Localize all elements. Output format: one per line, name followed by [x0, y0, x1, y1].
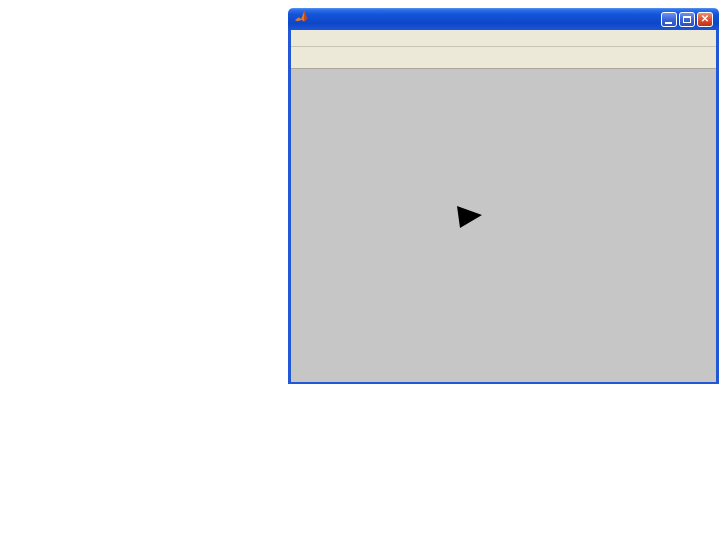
close-icon: ✕: [700, 13, 710, 25]
size-block: [57, 179, 93, 339]
toolbar: [291, 47, 716, 69]
matlab-logo-icon: [294, 9, 309, 29]
menubar: [291, 30, 716, 47]
matlab-figure-window: ✕: [288, 8, 719, 384]
close-button[interactable]: ✕: [697, 11, 713, 27]
surface-plot: [291, 69, 716, 382]
minimize-icon: [665, 21, 672, 24]
titlebar[interactable]: ✕: [288, 8, 719, 30]
matrix-block: [8, 355, 42, 515]
maximize-icon: [683, 15, 691, 23]
window-body: [288, 30, 719, 384]
maximize-button[interactable]: [679, 11, 695, 27]
minimize-button[interactable]: [661, 11, 677, 27]
red-highlight-ellipse: [45, 384, 420, 424]
figure-canvas: [291, 69, 716, 382]
slide: ✕: [0, 0, 720, 540]
